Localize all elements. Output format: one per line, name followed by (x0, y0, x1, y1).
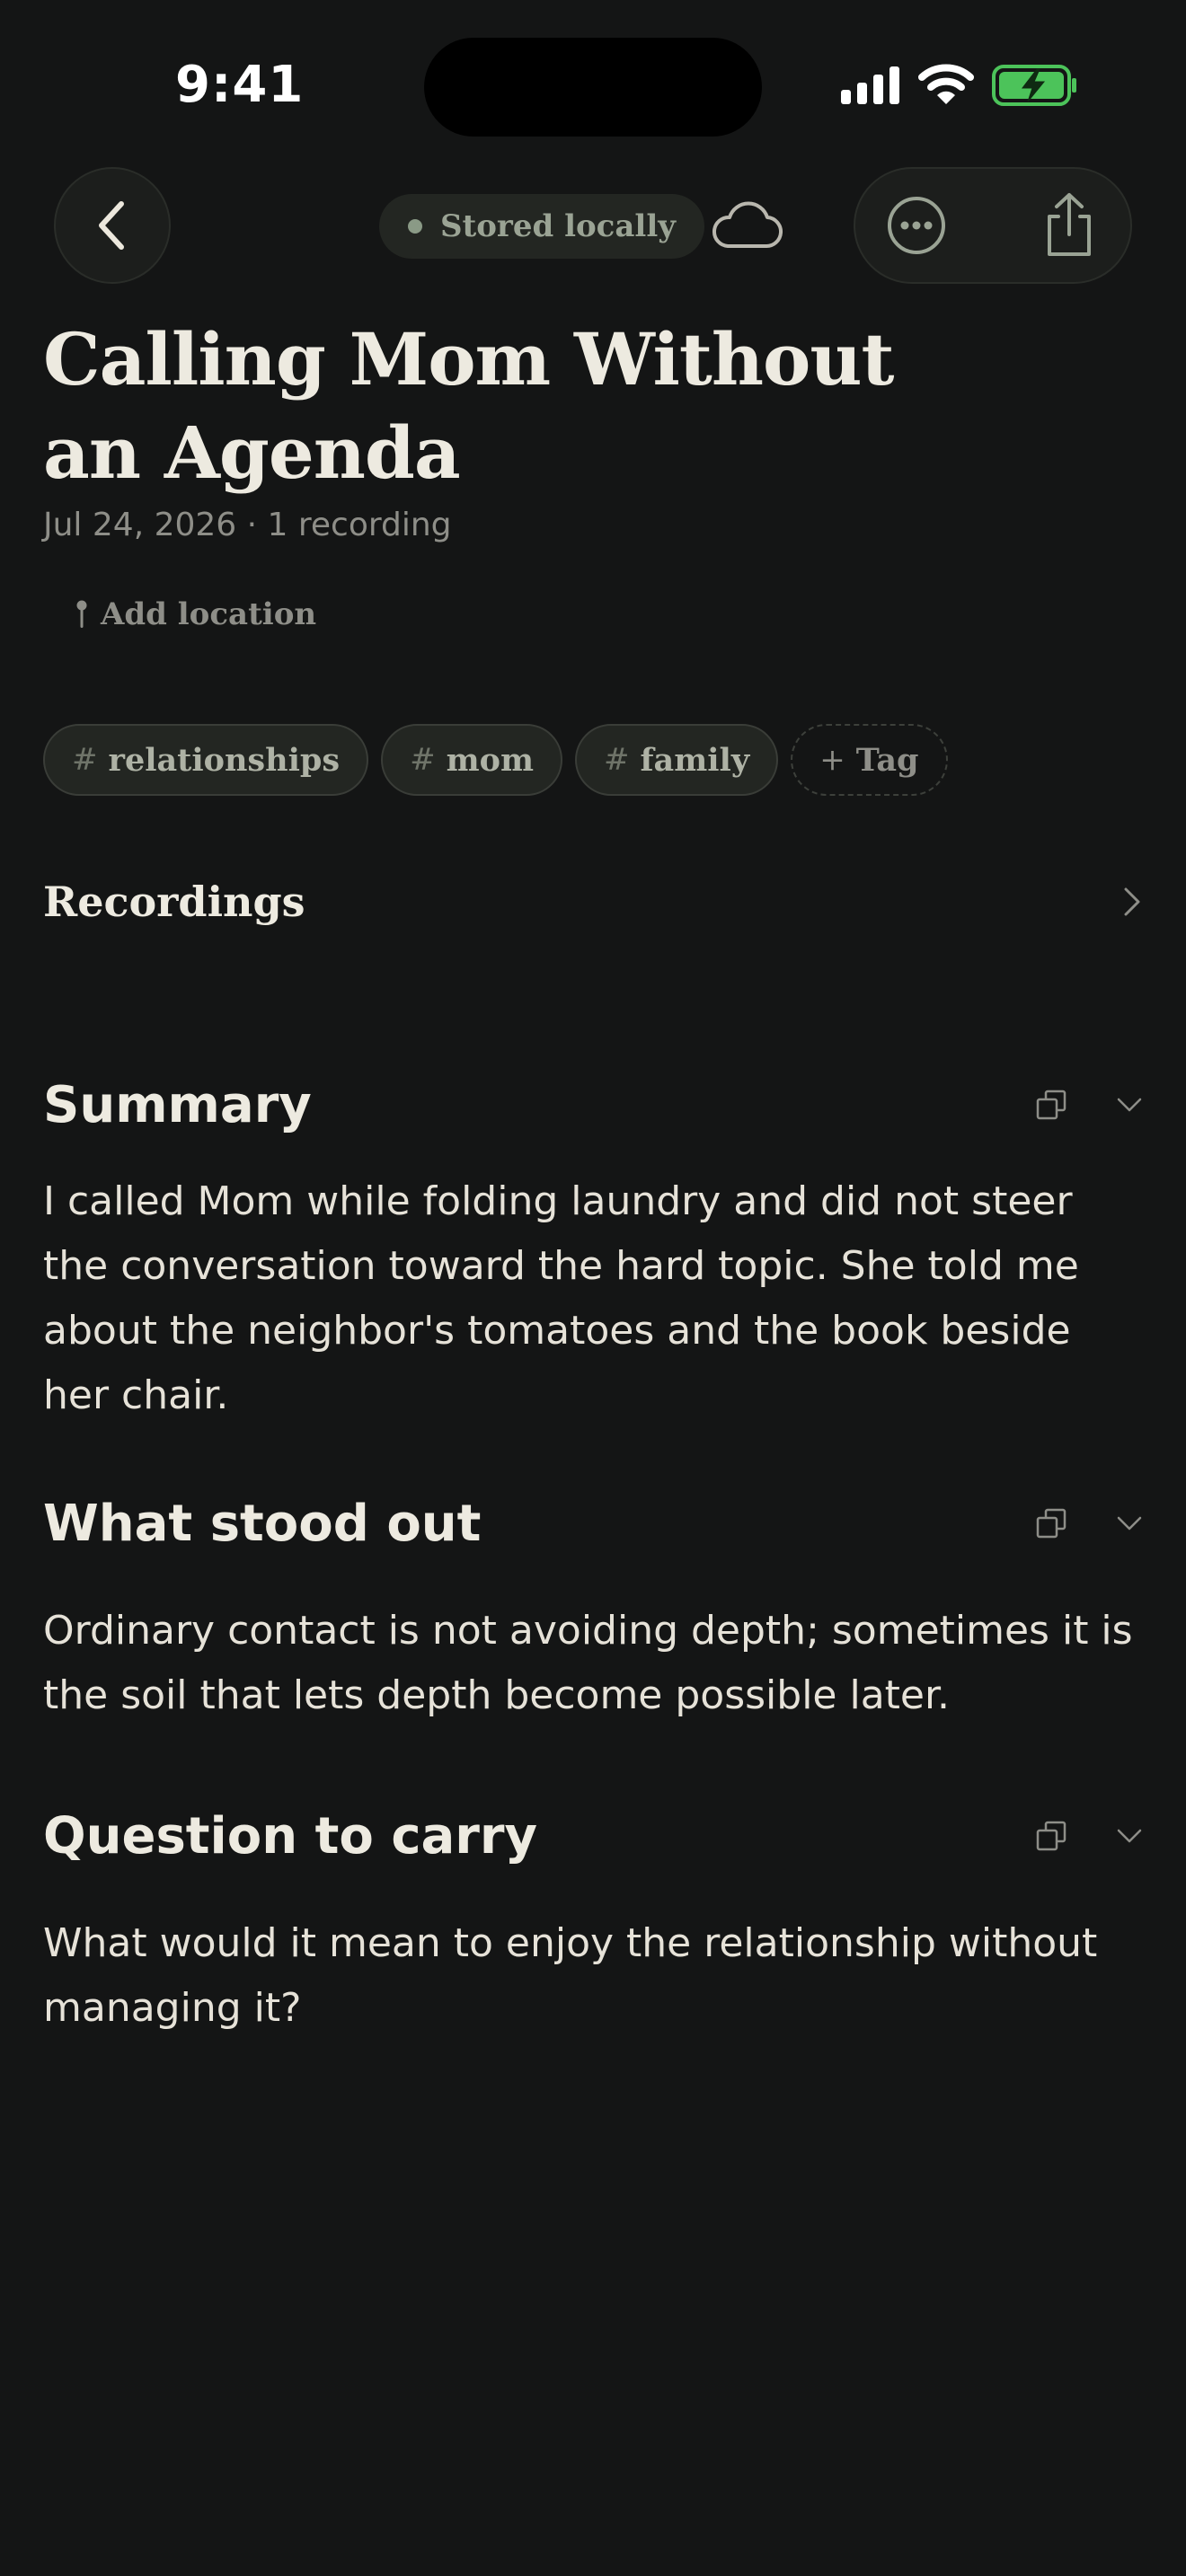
plus-icon: + (819, 742, 845, 778)
tag-label: relationships (108, 741, 341, 779)
chevron-right-icon (1124, 887, 1140, 916)
status-time: 9:41 (175, 56, 305, 114)
chevron-down-icon[interactable] (1116, 1827, 1143, 1845)
section-title: What stood out (43, 1494, 482, 1553)
recordings-label: Recordings (43, 878, 305, 926)
chevron-left-icon (99, 201, 124, 250)
tag-relationships[interactable]: # relationships (43, 724, 369, 796)
chevron-down-icon[interactable] (1116, 1514, 1143, 1532)
chevron-down-icon[interactable] (1116, 1096, 1143, 1114)
add-location-label: Add location (101, 596, 317, 632)
share-button[interactable] (1024, 181, 1114, 270)
section-question-to-carry-header: Question to carry (43, 1800, 1143, 1872)
battery-charging-icon (992, 65, 1076, 106)
storage-status-badge[interactable]: Stored locally (379, 194, 705, 259)
section-title: Summary (43, 1075, 312, 1134)
section-summary-header: Summary (43, 1069, 1143, 1141)
section-title: Question to carry (43, 1806, 538, 1866)
dynamic-island (424, 38, 762, 137)
status-dot (408, 219, 422, 234)
tag-family[interactable]: # family (574, 724, 779, 796)
section-what-stood-out-body: Ordinary contact is not avoiding depth; … (43, 1608, 1133, 1718)
ellipsis-circle-icon (888, 197, 945, 254)
back-button[interactable] (54, 167, 171, 284)
tag-list: # relationships # mom # family + Tag (43, 724, 948, 796)
add-tag-label: Tag (855, 741, 919, 779)
entry-title[interactable]: Calling Mom Without an Agenda (43, 313, 942, 499)
tag-mom[interactable]: # mom (381, 724, 562, 796)
section-question-to-carry-body: What would it mean to enjoy the relation… (43, 1920, 1098, 2031)
copy-icon[interactable] (1035, 1820, 1067, 1852)
hash-icon: # (410, 742, 436, 778)
section-summary-body: I called Mom while folding laundry and d… (43, 1178, 1079, 1418)
section-what-stood-out-header: What stood out (43, 1487, 1143, 1559)
cloud-icon[interactable] (710, 199, 783, 253)
add-tag-button[interactable]: + Tag (791, 724, 948, 796)
hash-icon: # (72, 742, 98, 778)
storage-status-label: Stored locally (440, 208, 677, 244)
copy-icon[interactable] (1035, 1089, 1067, 1121)
recordings-row[interactable]: Recordings (43, 866, 1143, 938)
more-options-button[interactable] (872, 181, 961, 270)
cellular-signal-icon (841, 65, 899, 104)
location-pin-icon (76, 600, 87, 628)
copy-icon[interactable] (1035, 1507, 1067, 1539)
wifi-icon (918, 64, 974, 104)
share-icon (1048, 193, 1091, 256)
tag-label: mom (446, 741, 534, 779)
tag-label: family (640, 741, 750, 779)
add-location-button[interactable]: Add location (75, 596, 316, 632)
hash-icon: # (603, 742, 630, 778)
entry-meta: Jul 24, 2026 · 1 recording (43, 507, 452, 543)
